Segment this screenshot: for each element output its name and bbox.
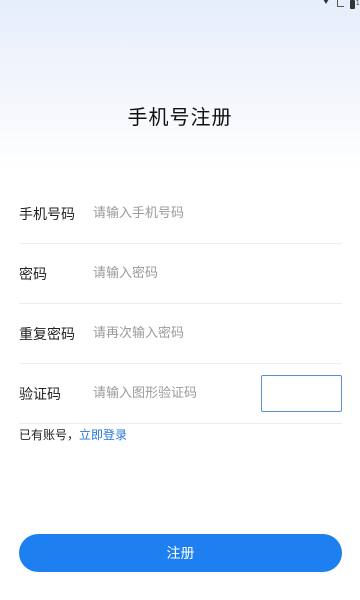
phone-label: 手机号码 <box>19 206 75 223</box>
login-prompt: 已有账号，立即登录 <box>19 426 127 443</box>
confirm-password-input[interactable] <box>93 318 342 349</box>
login-prompt-text: 已有账号， <box>19 428 80 442</box>
status-bar: 1 <box>300 0 360 12</box>
confirm-password-label: 重复密码 <box>19 326 75 343</box>
password-input[interactable] <box>93 258 342 289</box>
phone-row: 手机号码 <box>19 184 342 244</box>
battery-icon <box>350 0 355 9</box>
register-form: 手机号码 密码 重复密码 验证码 <box>19 184 342 424</box>
register-button[interactable]: 注册 <box>19 534 342 572</box>
confirm-password-row: 重复密码 <box>19 304 342 364</box>
phone-input[interactable] <box>93 198 342 229</box>
wifi-icon <box>320 0 332 4</box>
captcha-image[interactable] <box>261 375 342 412</box>
status-time-fragment: 1 <box>355 0 360 7</box>
page-title: 手机号注册 <box>127 105 233 129</box>
header-background <box>0 0 360 170</box>
password-row: 密码 <box>19 244 342 304</box>
login-link[interactable]: 立即登录 <box>79 428 127 442</box>
captcha-label: 验证码 <box>19 386 61 403</box>
password-label: 密码 <box>19 266 47 283</box>
signal-icon <box>337 0 344 7</box>
